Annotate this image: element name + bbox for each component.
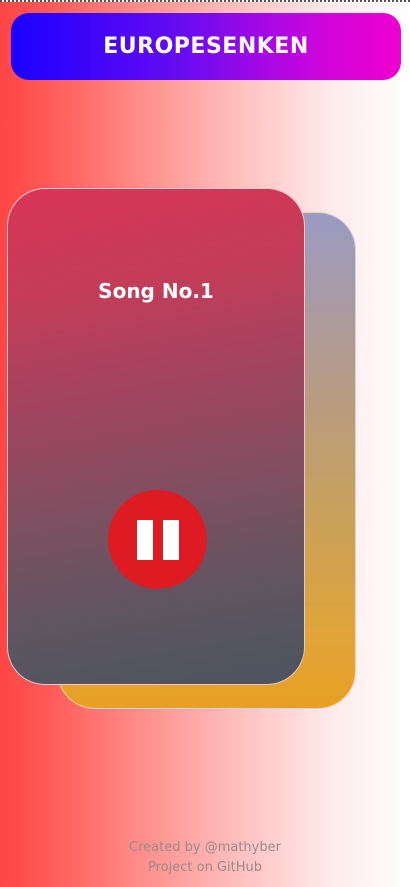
- pause-button[interactable]: [108, 490, 207, 589]
- pause-bar-left: [136, 519, 153, 560]
- author-link[interactable]: @mathyber: [205, 840, 281, 855]
- footer: Created by @mathyber Project on GitHub: [0, 838, 410, 878]
- credit-prefix: Created by: [129, 840, 205, 855]
- app-header: EUROPESENKEN: [11, 13, 401, 80]
- github-project-link[interactable]: Project on GitHub: [0, 858, 410, 878]
- song-title: Song No.1: [98, 279, 214, 303]
- app-title: EUROPESENKEN: [103, 34, 309, 59]
- pause-icon: [136, 519, 179, 560]
- current-song-card[interactable]: Song No.1: [7, 188, 305, 685]
- footer-credit: Created by @mathyber: [0, 838, 410, 858]
- pause-bar-right: [162, 519, 179, 560]
- top-border-line: [0, 0, 410, 2]
